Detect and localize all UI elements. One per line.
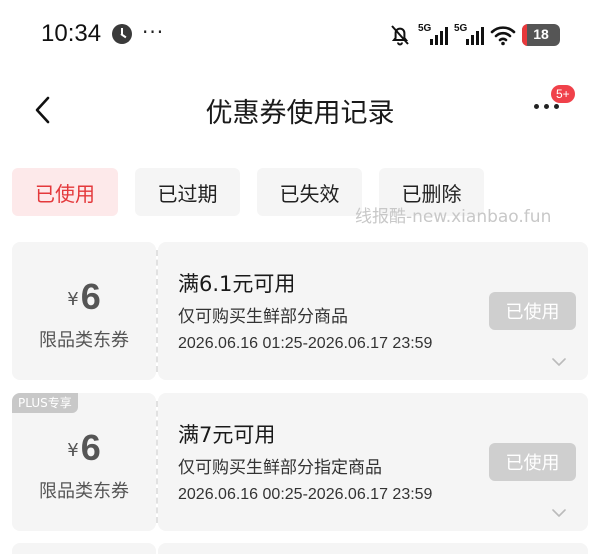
coupon-type: 限品类东券 — [39, 481, 129, 502]
watermark: 线报酷-new.xianbao.fun — [355, 207, 552, 227]
coupon-status-button[interactable]: 已使用 — [489, 292, 576, 330]
battery-level: 18 — [533, 26, 549, 42]
status-icons: 5G 5G 18 — [388, 22, 560, 48]
more-dots-icon — [534, 104, 559, 109]
tab-expired[interactable]: 已过期 — [135, 168, 240, 216]
coupon-scope: 仅可购买生鲜部分商品 — [178, 307, 348, 327]
coupon-amount: ¥6 — [12, 427, 156, 469]
chevron-down-icon[interactable] — [552, 503, 566, 517]
coupon-amount: ¥6 — [12, 276, 156, 318]
bell-off-icon — [388, 23, 412, 47]
coupon-value-panel: ¥6 限品类东券 — [12, 242, 156, 380]
signal-icon: 5G — [454, 23, 484, 47]
status-more-indicator: ··· — [142, 20, 165, 44]
coupon-validity: 2026.06.16 00:25-2026.06.17 23:59 — [178, 486, 433, 503]
coupon-card-partial[interactable] — [12, 543, 588, 554]
coupon-condition: 满7元可用 — [178, 423, 276, 447]
currency-symbol: ¥ — [67, 289, 79, 310]
coupon-value-panel: ¥6 限品类东券 PLUS专享 — [12, 393, 156, 531]
plus-exclusive-tag: PLUS专享 — [12, 393, 78, 413]
notification-badge: 5+ — [551, 85, 575, 103]
status-time: 10:34 — [41, 20, 102, 47]
signal-icon: 5G — [418, 23, 448, 47]
coupon-amount-value: 6 — [80, 427, 101, 468]
status-bar: 10:34 ··· 5G 5G 18 — [0, 0, 600, 70]
clock-icon — [112, 24, 132, 44]
tab-used[interactable]: 已使用 — [12, 168, 118, 216]
battery-icon: 18 — [522, 24, 560, 46]
coupon-type: 限品类东券 — [39, 330, 129, 351]
wifi-icon — [490, 23, 516, 47]
coupon-amount-value: 6 — [80, 276, 101, 317]
coupon-card[interactable]: ¥6 限品类东券 PLUS专享 满7元可用 仅可购买生鲜部分指定商品 2026.… — [12, 393, 588, 531]
page-title: 优惠券使用记录 — [205, 98, 395, 129]
chevron-down-icon[interactable] — [552, 352, 566, 366]
currency-symbol: ¥ — [67, 440, 79, 461]
coupon-scope: 仅可购买生鲜部分指定商品 — [178, 458, 382, 478]
coupon-status-button[interactable]: 已使用 — [489, 443, 576, 481]
coupon-validity: 2026.06.16 01:25-2026.06.17 23:59 — [178, 335, 433, 352]
tab-invalid[interactable]: 已失效 — [257, 168, 362, 216]
coupon-card[interactable]: ¥6 限品类东券 满6.1元可用 仅可购买生鲜部分商品 2026.06.16 0… — [12, 242, 588, 380]
coupon-condition: 满6.1元可用 — [178, 272, 296, 296]
